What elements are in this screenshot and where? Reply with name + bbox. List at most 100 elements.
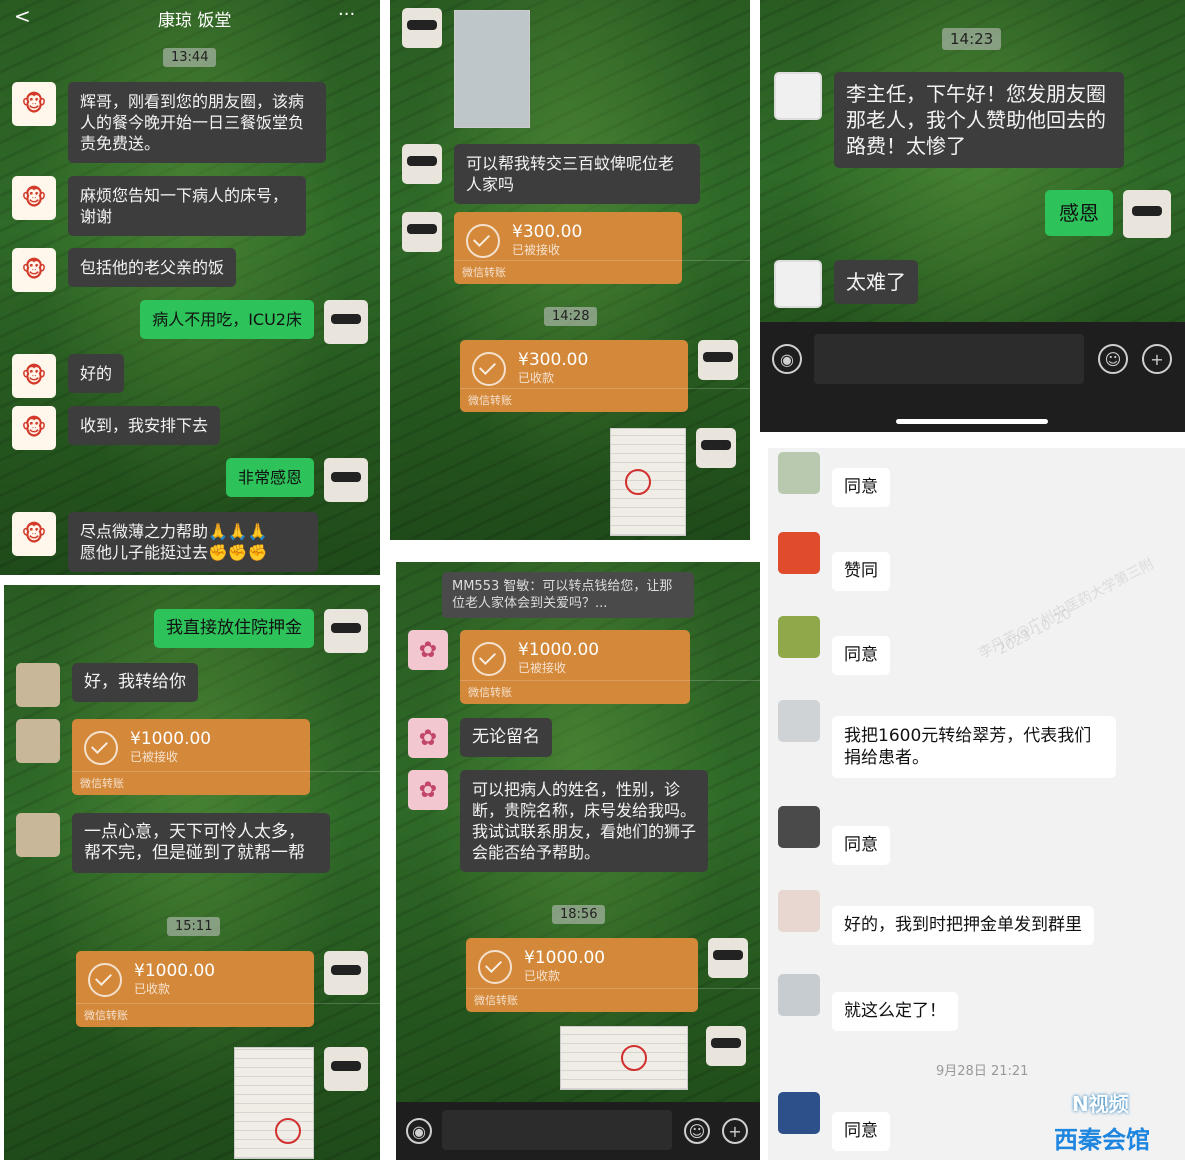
timestamp: 15:11 bbox=[167, 917, 221, 936]
monkey-avatar[interactable]: 🐵 bbox=[12, 176, 56, 220]
plus-icon[interactable]: + bbox=[1142, 344, 1172, 374]
back-icon[interactable]: < bbox=[14, 4, 31, 28]
message-bubble[interactable]: 一点心意，天下可怜人太多，帮不完，但是碰到了就帮一帮 bbox=[72, 813, 330, 873]
transfer-status: 已收款 bbox=[518, 371, 555, 385]
transfer-card[interactable]: ¥1000.00 已收款 微信转账 bbox=[466, 938, 760, 1012]
message-bubble[interactable]: 好的，我到时把押金单发到群里 bbox=[832, 906, 1094, 945]
message-bubble[interactable]: 辉哥，刚看到您的朋友圈，该病人的餐今晚开始一日三餐饭堂负责免费送。 bbox=[68, 82, 326, 163]
contact-avatar[interactable] bbox=[778, 890, 820, 932]
voice-icon[interactable]: ◉ bbox=[772, 344, 802, 374]
message-input[interactable] bbox=[442, 1110, 672, 1150]
monkey-avatar[interactable]: 🐵 bbox=[12, 82, 56, 126]
quoted-message[interactable]: MM553 智敏：可以转点钱给您，让那位老人家体会到关爱吗？... bbox=[442, 572, 694, 618]
emoji-icon[interactable]: ☺ bbox=[1098, 344, 1128, 374]
message-bubble[interactable]: 同意 bbox=[832, 468, 890, 507]
contact-avatar[interactable] bbox=[778, 616, 820, 658]
sunglasses-avatar[interactable] bbox=[324, 1047, 368, 1091]
sunglasses-avatar[interactable] bbox=[324, 609, 368, 653]
monkey-avatar[interactable]: 🐵 bbox=[12, 354, 56, 398]
input-bar: ◉ ☺ + bbox=[760, 322, 1185, 432]
contact-avatar[interactable] bbox=[778, 1092, 820, 1134]
message-bubble[interactable]: 同意 bbox=[832, 636, 890, 675]
contact-avatar[interactable] bbox=[402, 8, 442, 48]
contact-avatar[interactable] bbox=[778, 452, 820, 494]
sunglasses-avatar[interactable] bbox=[324, 458, 368, 502]
message-bubble[interactable]: 赞同 bbox=[832, 552, 890, 591]
flower-avatar[interactable]: ✿ bbox=[408, 718, 448, 758]
message-bubble[interactable]: 麻烦您告知一下病人的床号，谢谢 bbox=[68, 176, 306, 236]
timestamp: 9月28日 21:21 bbox=[936, 1064, 1029, 1079]
message-bubble[interactable]: 可以帮我转交三百蚊俾呢位老人家吗 bbox=[454, 144, 700, 204]
transfer-footer: 微信转账 bbox=[72, 771, 380, 790]
message-bubble[interactable]: 好，我转给你 bbox=[72, 663, 198, 702]
message-bubble[interactable]: 好的 bbox=[68, 354, 125, 393]
home-indicator bbox=[896, 419, 1048, 424]
contact-avatar[interactable] bbox=[778, 700, 820, 742]
contact-avatar[interactable] bbox=[402, 144, 442, 184]
receipt-image[interactable] bbox=[234, 1047, 314, 1159]
monkey-avatar[interactable]: 🐵 bbox=[12, 512, 56, 556]
contact-avatar[interactable] bbox=[778, 974, 820, 1016]
message-bubble[interactable]: 我把1600元转给翠芳，代表我们捐给患者。 bbox=[832, 716, 1116, 778]
transfer-amount: ¥1000.00 bbox=[524, 948, 606, 968]
message-bubble[interactable]: 太难了 bbox=[834, 260, 918, 304]
message-bubble[interactable]: 无论留名 bbox=[460, 718, 552, 757]
monkey-avatar[interactable]: 🐵 bbox=[12, 248, 56, 292]
monkey-avatar[interactable]: 🐵 bbox=[12, 406, 56, 450]
contact-avatar[interactable] bbox=[774, 260, 822, 308]
message-bubble[interactable]: 可以把病人的姓名，性别，诊断，贵院名称，床号发给我吗。我试试联系朋友，看她们的狮… bbox=[460, 770, 708, 872]
message-bubble-sent[interactable]: 感恩 bbox=[1045, 190, 1113, 236]
contact-avatar[interactable] bbox=[778, 532, 820, 574]
message-bubble[interactable]: 尽点微薄之力帮助🙏🙏🙏 愿他儿子能挺过去✊✊✊ bbox=[68, 512, 318, 572]
receipt-image[interactable] bbox=[610, 428, 686, 536]
transfer-card[interactable]: ¥1000.00 已收款 微信转账 bbox=[76, 951, 380, 1027]
check-circle-icon bbox=[478, 950, 512, 984]
message-bubble-sent[interactable]: 病人不用吃，ICU2床 bbox=[140, 300, 314, 339]
chat-panel-deposit: 我直接放住院押金 好，我转给你 ¥1000.00 已被接收 微信转账 一点心意，… bbox=[4, 585, 380, 1160]
transfer-amount: ¥300.00 bbox=[518, 350, 589, 370]
voice-icon[interactable]: ◉ bbox=[406, 1118, 432, 1144]
transfer-card[interactable]: ¥1000.00 已被接收 微信转账 bbox=[460, 630, 760, 704]
flower-avatar[interactable]: ✿ bbox=[408, 770, 448, 810]
emoji-icon[interactable]: ☺ bbox=[684, 1118, 710, 1144]
message-bubble-sent[interactable]: 我直接放住院押金 bbox=[154, 609, 314, 648]
transfer-footer: 微信转账 bbox=[76, 1003, 380, 1022]
transfer-card[interactable]: ¥300.00 已收款 微信转账 bbox=[460, 340, 750, 412]
message-bubble[interactable]: 就这么定了！ bbox=[832, 992, 958, 1031]
contact-avatar[interactable] bbox=[402, 212, 442, 252]
sunglasses-avatar[interactable] bbox=[1123, 190, 1171, 238]
message-bubble[interactable]: 同意 bbox=[832, 826, 890, 865]
transfer-status: 已收款 bbox=[524, 969, 561, 983]
n-video-logo: N视频 bbox=[1072, 1092, 1129, 1116]
xiqin-guild-logo: 西秦会馆 bbox=[1054, 1126, 1150, 1154]
sunglasses-avatar[interactable] bbox=[698, 340, 738, 380]
message-bubble[interactable]: 同意 bbox=[832, 1112, 890, 1151]
contact-avatar[interactable] bbox=[16, 719, 60, 763]
message-bubble[interactable]: 收到，我安排下去 bbox=[68, 406, 221, 445]
message-bubble-sent[interactable]: 非常感恩 bbox=[225, 458, 314, 497]
transfer-amount: ¥300.00 bbox=[512, 222, 583, 242]
check-circle-icon bbox=[466, 224, 500, 258]
transfer-footer: 微信转账 bbox=[460, 388, 750, 407]
flower-avatar[interactable]: ✿ bbox=[408, 630, 448, 670]
contact-avatar[interactable] bbox=[774, 72, 822, 120]
sunglasses-avatar[interactable] bbox=[324, 300, 368, 344]
sunglasses-avatar[interactable] bbox=[324, 951, 368, 995]
timestamp: 13:44 bbox=[163, 48, 217, 67]
message-bubble[interactable]: 包括他的老父亲的饭 bbox=[68, 248, 237, 287]
photo-thumbnail[interactable] bbox=[454, 10, 530, 128]
sunglasses-avatar[interactable] bbox=[706, 1026, 746, 1066]
message-bubble[interactable]: 李主任，下午好！您发朋友圈那老人，我个人赞助他回去的路费！太惨了 bbox=[834, 72, 1124, 168]
message-input[interactable] bbox=[814, 334, 1084, 384]
sunglasses-avatar[interactable] bbox=[696, 428, 736, 468]
sunglasses-avatar[interactable] bbox=[708, 938, 748, 978]
contact-avatar[interactable] bbox=[16, 813, 60, 857]
contact-avatar[interactable] bbox=[778, 806, 820, 848]
check-circle-icon bbox=[472, 642, 506, 676]
receipt-image[interactable] bbox=[560, 1026, 688, 1090]
more-icon[interactable]: ··· bbox=[338, 4, 355, 25]
transfer-card[interactable]: ¥300.00 已被接收 微信转账 bbox=[454, 212, 750, 284]
contact-avatar[interactable] bbox=[16, 663, 60, 707]
plus-icon[interactable]: + bbox=[722, 1118, 748, 1144]
transfer-card[interactable]: ¥1000.00 已被接收 微信转账 bbox=[72, 719, 380, 795]
